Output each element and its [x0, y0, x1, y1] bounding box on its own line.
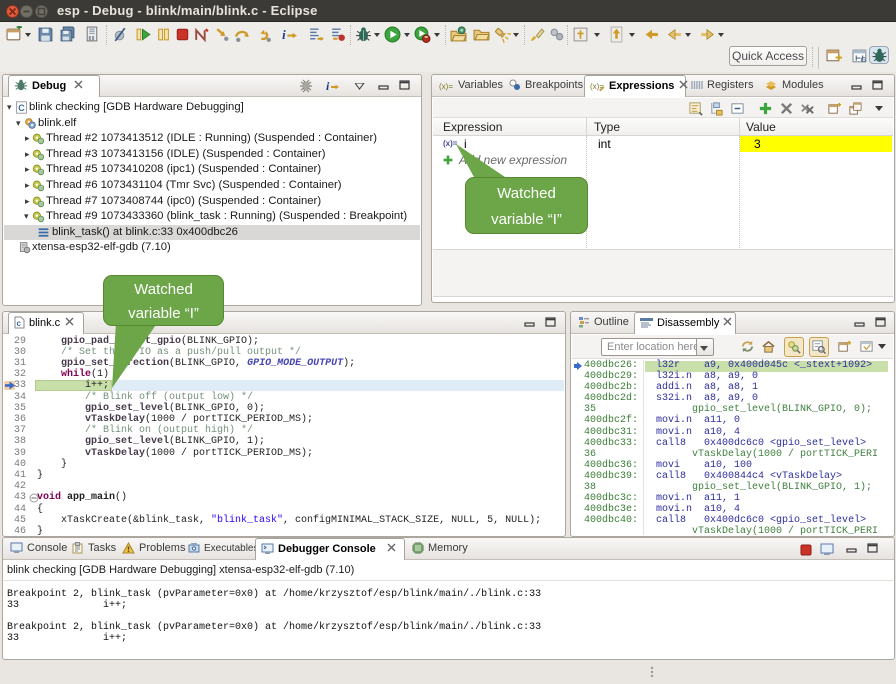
svg-text:G: G [861, 55, 867, 64]
svg-text:i: i [326, 79, 330, 93]
svg-text:c: c [17, 319, 22, 328]
svg-text:i: i [282, 28, 286, 42]
svg-text:C: C [18, 103, 25, 113]
svg-text:(x)=: (x)= [439, 82, 453, 91]
